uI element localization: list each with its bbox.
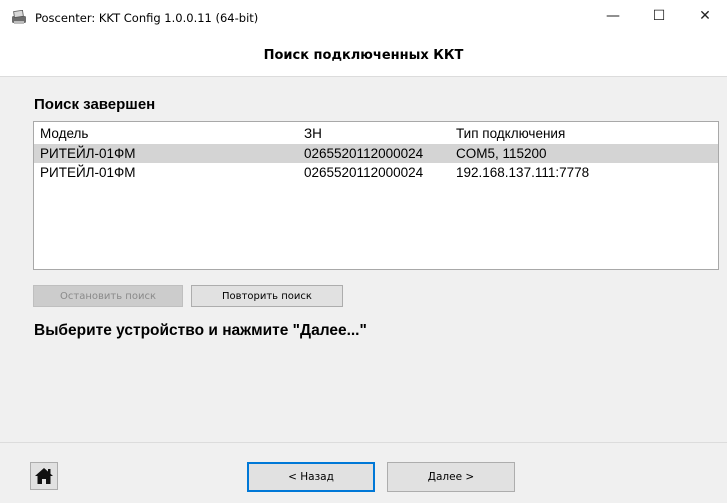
column-header-connection[interactable]: Тип подключения: [456, 124, 565, 143]
column-header-model[interactable]: Модель: [40, 124, 88, 143]
column-header-serial[interactable]: ЗН: [304, 124, 322, 143]
home-icon: [35, 468, 53, 484]
row-serial: 0265520112000024: [304, 146, 424, 161]
row-connection: 192.168.137.111:7778: [456, 165, 590, 180]
table-row[interactable]: РИТЕЙЛ-01ФМ 0265520112000024 192.168.137…: [34, 163, 718, 182]
device-list[interactable]: Модель ЗН Тип подключения РИТЕЙЛ-01ФМ 02…: [33, 121, 719, 270]
row-connection: COM5, 115200: [456, 146, 547, 161]
next-button[interactable]: Далее >: [387, 462, 515, 492]
window-title: Poscenter: KKT Config 1.0.0.11 (64-bit): [35, 11, 259, 25]
instruction-text: Выберите устройство и нажмите "Далее...": [34, 322, 367, 339]
table-row[interactable]: РИТЕЙЛ-01ФМ 0265520112000024 COM5, 11520…: [34, 144, 718, 163]
row-model: РИТЕЙЛ-01ФМ: [40, 165, 136, 180]
row-serial: 0265520112000024: [304, 165, 424, 180]
home-button[interactable]: [30, 462, 58, 490]
printer-icon: [12, 10, 26, 24]
row-model: РИТЕЙЛ-01ФМ: [40, 146, 136, 161]
maximize-button[interactable]: ☐: [636, 0, 682, 32]
list-header: Модель ЗН Тип подключения: [34, 124, 718, 143]
back-button[interactable]: < Назад: [247, 462, 375, 492]
close-button[interactable]: ✕: [682, 0, 727, 32]
stop-search-button[interactable]: Остановить поиск: [33, 285, 183, 307]
minimize-button[interactable]: —: [590, 0, 636, 32]
page-header: Поиск подключенных ККТ: [0, 36, 727, 77]
title-bar: Poscenter: KKT Config 1.0.0.11 (64-bit) …: [0, 0, 727, 36]
page-title: Поиск подключенных ККТ: [263, 48, 464, 63]
main-content: Поиск завершен Модель ЗН Тип подключения…: [0, 77, 727, 442]
search-status: Поиск завершен: [34, 96, 156, 113]
footer-bar: < Назад Далее >: [0, 442, 727, 503]
repeat-search-button[interactable]: Повторить поиск: [191, 285, 343, 307]
